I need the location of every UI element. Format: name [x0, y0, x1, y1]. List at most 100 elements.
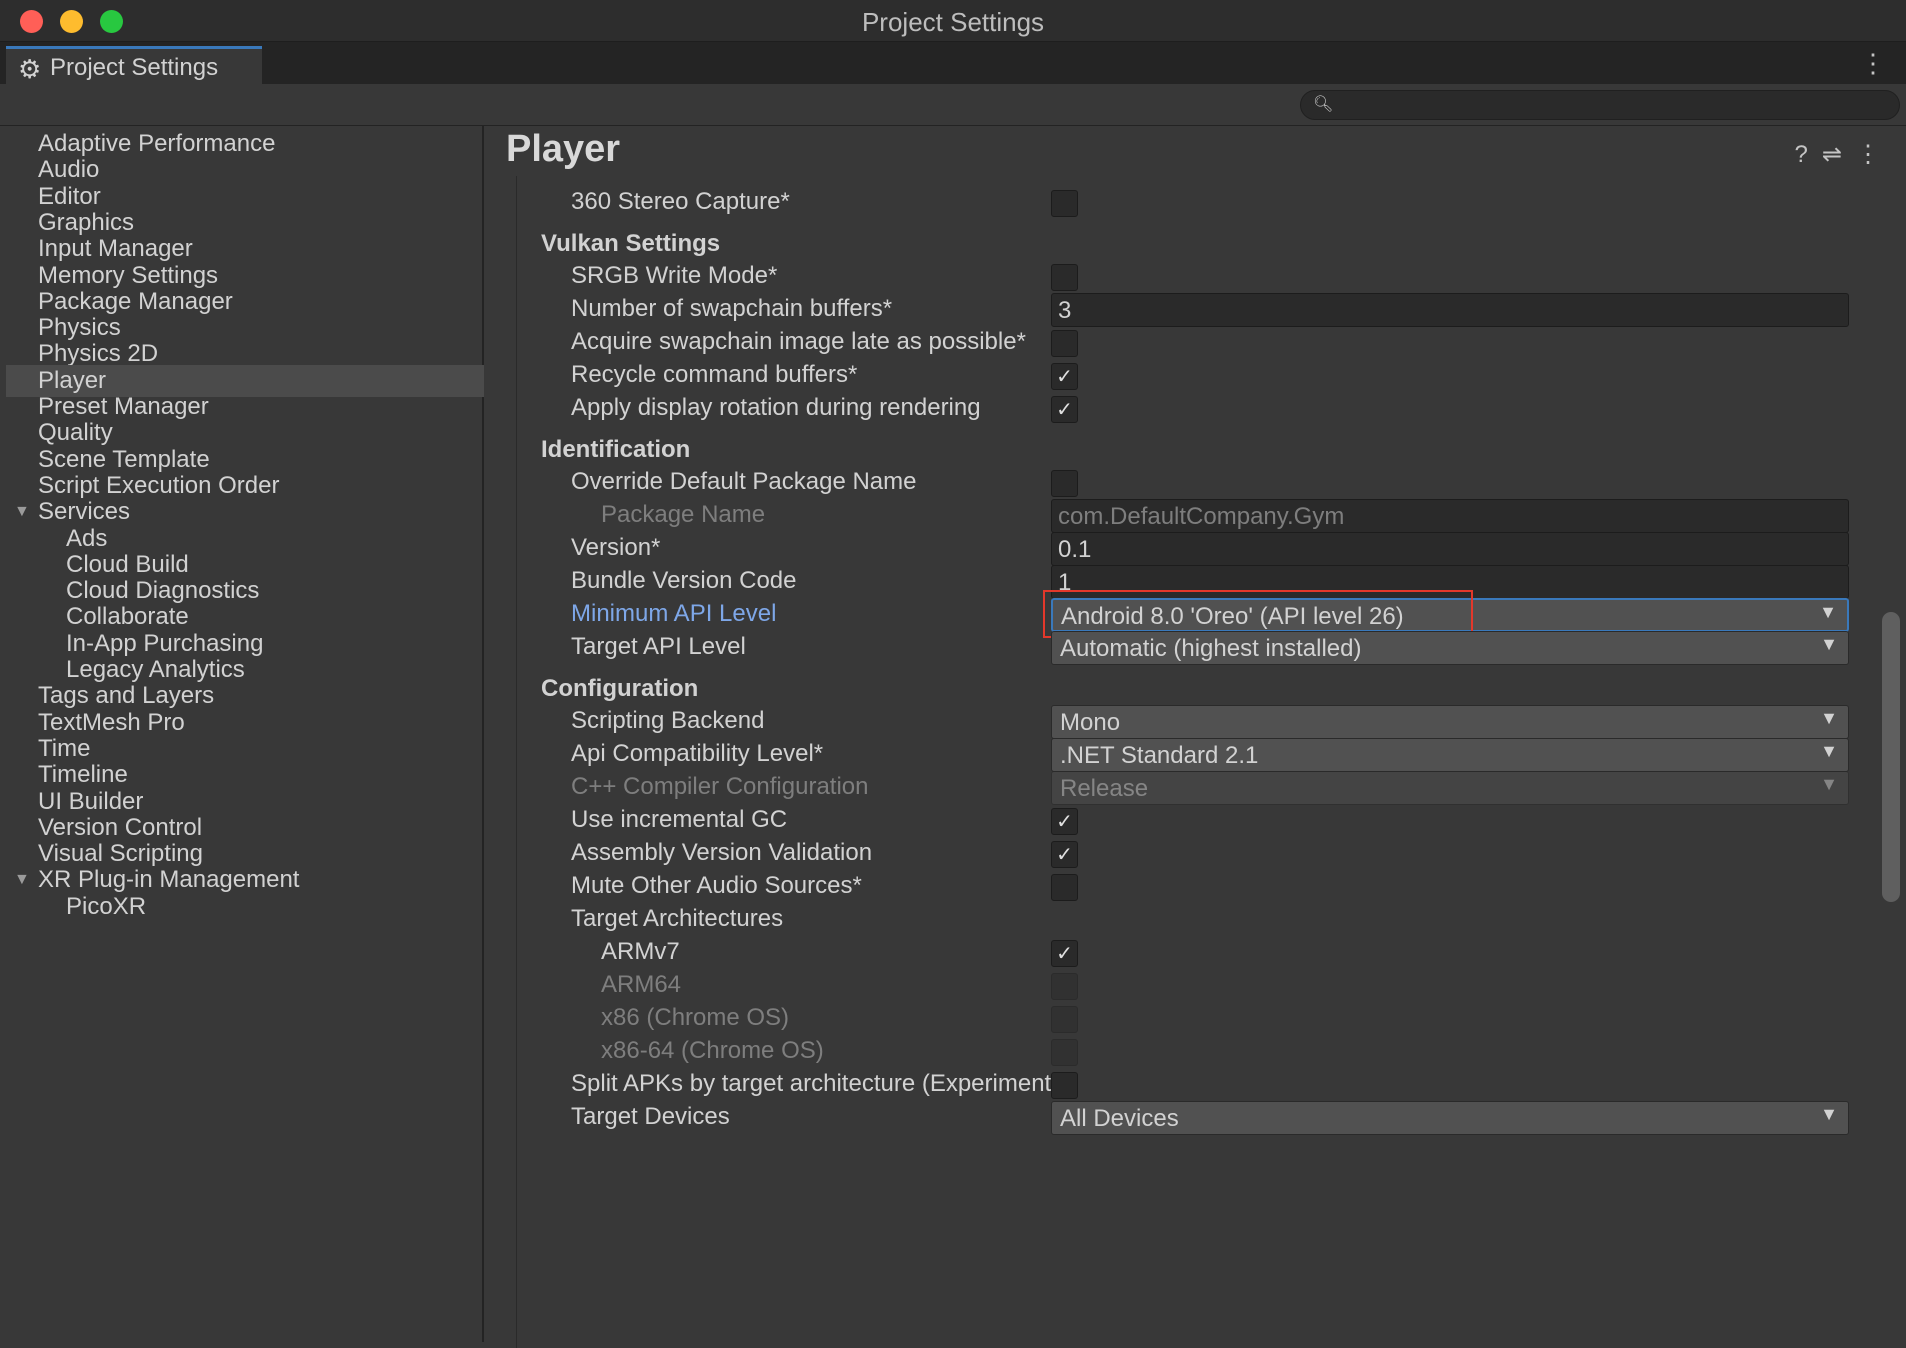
setting-label: Bundle Version Code: [571, 567, 797, 594]
sidebar-item-label: Input Manager: [38, 235, 193, 263]
checkbox[interactable]: [1051, 330, 1078, 357]
setting-label: Number of swapchain buffers*: [571, 295, 893, 322]
text-field[interactable]: 0.1: [1051, 532, 1849, 566]
dropdown[interactable]: Mono ▼: [1051, 705, 1849, 739]
sidebar-item-label: Scene Template: [38, 445, 210, 473]
settings-row: Number of swapchain buffers* 3: [517, 291, 1849, 327]
sidebar-item-label: Player: [38, 366, 107, 394]
sidebar-item-label: Tags and Layers: [38, 682, 215, 710]
sidebar-item-label: Script Execution Order: [38, 471, 280, 499]
search-input[interactable]: 🔍︎: [1300, 90, 1900, 120]
sidebar-item-label: Graphics: [38, 208, 135, 236]
settings-row: Scripting Backend Mono ▼: [517, 703, 1849, 739]
sidebar-item-label: XR Plug-in Management: [38, 866, 300, 894]
tab-project-settings[interactable]: ⚙ Project Settings: [6, 46, 262, 84]
text-field: com.DefaultCompany.Gym: [1051, 499, 1849, 533]
chevron-down-icon: ▼: [1820, 741, 1838, 761]
chevron-down-icon: ▼: [1820, 774, 1838, 794]
setting-label: Target API Level: [571, 633, 746, 660]
setting-label: Api Compatibility Level*: [571, 740, 824, 767]
chevron-down-icon: ▼: [1820, 708, 1838, 728]
settings-row: Target Architectures: [517, 901, 1847, 937]
section-header: Identification: [541, 436, 691, 463]
checkbox[interactable]: ✓: [1051, 396, 1078, 423]
dropdown[interactable]: All Devices ▼: [1051, 1101, 1849, 1135]
checkbox[interactable]: [1051, 264, 1078, 291]
checkbox[interactable]: ✓: [1051, 363, 1078, 390]
window-menu-icon[interactable]: ⋮: [1860, 48, 1886, 79]
settings-row: Override Default Package Name: [517, 464, 1847, 500]
settings-row: Use incremental GC ✓: [517, 802, 1847, 838]
vertical-scrollbar[interactable]: [1878, 156, 1904, 1316]
sidebar-item-label: Visual Scripting: [38, 840, 203, 868]
sidebar-item-label: Timeline: [38, 761, 128, 789]
settings-row: Api Compatibility Level* .NET Standard 2.…: [517, 736, 1849, 772]
sidebar-item-label: Preset Manager: [38, 393, 209, 420]
checkbox[interactable]: [1051, 874, 1078, 901]
dropdown-value: All Devices: [1060, 1105, 1179, 1132]
sidebar-item-label: TextMesh Pro: [38, 708, 185, 736]
checkbox[interactable]: ✓: [1051, 940, 1078, 967]
checkbox[interactable]: [1051, 1072, 1078, 1099]
search-icon: 🔍︎: [1313, 96, 1334, 113]
settings-row: Target Devices All Devices ▼: [517, 1099, 1849, 1135]
checkbox[interactable]: [1051, 470, 1078, 497]
sidebar-item-label: Version Control: [38, 813, 203, 841]
help-icon[interactable]: ?: [1795, 141, 1822, 168]
checkbox[interactable]: ✓: [1051, 808, 1078, 835]
settings-row: SRGB Write Mode*: [517, 258, 1847, 294]
settings-row: Version* 0.1: [517, 530, 1849, 566]
sidebar-item-label: Physics: [38, 314, 121, 342]
dropdown[interactable]: .NET Standard 2.1 ▼: [1051, 738, 1849, 772]
settings-row: 360 Stereo Capture*: [517, 184, 1847, 220]
sidebar-item-label: Cloud Diagnostics: [66, 577, 260, 605]
text-field[interactable]: 3: [1051, 293, 1849, 327]
preset-icon[interactable]: ⇌: [1822, 141, 1856, 168]
page-title: Player: [506, 128, 621, 170]
settings-row: Package Name com.DefaultCompany.Gym: [517, 497, 1849, 533]
settings-row: x86-64 (Chrome OS): [517, 1033, 1847, 1069]
setting-label: Version*: [571, 534, 661, 561]
window-titlebar: Project Settings: [0, 0, 1906, 42]
dropdown-value: Release: [1060, 775, 1149, 802]
dropdown[interactable]: Automatic (highest installed) ▼: [1051, 631, 1849, 665]
settings-sidebar: Adaptive Performance Audio Editor Graphics I…: [6, 126, 484, 1342]
section-header: Vulkan Settings: [541, 230, 721, 257]
settings-row: C++ Compiler Configuration Release ▼: [517, 769, 1849, 805]
sidebar-item-label: Audio: [38, 156, 100, 184]
setting-label: Scripting Backend: [571, 707, 765, 734]
sidebar-item-label: Editor: [38, 182, 101, 210]
setting-label: x86-64 (Chrome OS): [601, 1037, 824, 1064]
sidebar-item[interactable]: PicoXR: [6, 891, 484, 923]
toolbar: 🔍︎: [0, 84, 1906, 126]
setting-label: Minimum API Level: [571, 600, 777, 627]
setting-label: 360 Stereo Capture*: [571, 188, 790, 215]
checkbox[interactable]: ✓: [1051, 841, 1078, 868]
tab-label: Project Settings: [50, 54, 219, 81]
checkbox[interactable]: [1051, 190, 1078, 217]
sidebar-item-label: In-App Purchasing: [66, 629, 264, 657]
sidebar-item-label: Memory Settings: [38, 261, 219, 289]
settings-row: x86 (Chrome OS): [517, 1000, 1847, 1036]
setting-label: Split APKs by target architecture (Exper…: [571, 1070, 1063, 1097]
settings-row: Recycle command buffers* ✓: [517, 357, 1847, 393]
setting-label: ARMv7: [601, 938, 680, 965]
settings-row: ARMv7 ✓: [517, 934, 1847, 970]
checkbox: [1051, 1039, 1078, 1066]
scrollbar-thumb[interactable]: [1882, 612, 1900, 902]
dropdown-value: .NET Standard 2.1: [1060, 742, 1259, 769]
setting-label: C++ Compiler Configuration: [571, 773, 869, 800]
chevron-down-icon: ▼: [1819, 602, 1837, 622]
setting-label: SRGB Write Mode*: [571, 262, 778, 289]
sidebar-item-label: Physics 2D: [38, 340, 159, 368]
settings-row: Minimum API Level Android 8.0 'Oreo' (API…: [517, 590, 1849, 638]
gear-icon: ⚙: [18, 54, 42, 84]
chevron-down-icon: ▼: [1820, 1104, 1838, 1124]
settings-row: Acquire swapchain image late as possible…: [517, 324, 1847, 360]
sidebar-item-label: Collaborate: [66, 603, 189, 631]
settings-row: Assembly Version Validation ✓: [517, 835, 1847, 871]
chevron-down-icon: ▼: [1820, 634, 1838, 654]
setting-label: Target Devices: [571, 1103, 730, 1130]
setting-label: Acquire swapchain image late as possible…: [571, 328, 1026, 355]
setting-label: Target Architectures: [571, 905, 784, 932]
